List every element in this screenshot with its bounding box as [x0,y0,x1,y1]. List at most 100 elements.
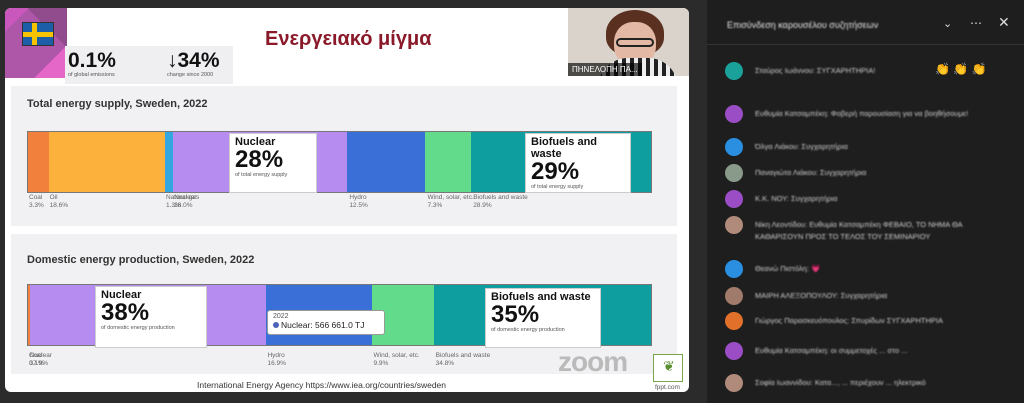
callout-subtitle: of total energy supply [531,184,584,190]
clapping-hands-icon: 👏 👏 👏 [935,62,987,76]
segment-label: Wind, solar, etc. 9.9% [374,352,420,368]
slide-title: Ενεργειακό μίγμα [265,28,432,50]
avatar [725,164,743,182]
segment-percent: 16.9% [267,360,286,367]
chat-message-text: Κ.Κ. ΝΟΥ: Συγχαρητήρια [755,194,838,203]
segment-label: Biofuels and waste 28.9% [473,194,528,210]
segment-name: Biofuels and waste [473,194,528,201]
avatar [725,138,743,156]
chart-tooltip: 2022 Nuclear: 566 661.0 TJ [267,310,385,335]
segment-label: Oil 18.6% [50,194,68,210]
avatar [725,190,743,208]
segment-name: Nuclear [29,352,53,359]
glasses-icon [616,38,654,47]
segment-percent: 3.3% [29,202,44,209]
segment-label: Nuclear 28.0% [174,194,196,210]
segment-label: Hydro 12.5% [349,194,367,210]
callout-nuclear: Nuclear 38% of domestic energy productio… [95,286,207,348]
bar-segment-coal[interactable] [28,132,49,192]
segment-label: Wind, solar, etc. 7.3% [428,194,474,210]
callout-subtitle: of domestic energy production [101,325,175,331]
bar-segment-wind-solar-etc[interactable] [425,132,471,192]
chart-panel-total-supply: Total energy supply, Sweden, 2022 Coal 3.… [11,86,677,226]
segment-percent: 28.0% [174,202,193,209]
chat-panel: Επισύνδεση καρουσέλου συζητήσεων ⌄ ⋯ ✕ Σ… [707,0,1024,403]
segment-name: Biofuels and waste [435,352,491,359]
callout-nuclear: Nuclear 28% of total energy supply [229,133,317,193]
segment-label: Biofuels and waste 34.8% [436,352,491,368]
stat-caption: of global emissions [68,72,115,78]
segment-name: Hydro [349,194,367,201]
stat-caption: change since 2000 [167,72,214,78]
stat-value: ↓34% [167,49,220,72]
chat-message-text: Παναγιώτα Λιάκου: Συγχαρητήρια [755,168,867,177]
stat-emissions: 0.1% of global emissions [68,49,116,79]
more-options-icon[interactable]: ⋯ [970,16,982,30]
segment-name: Oil [49,194,58,201]
series-dot-icon [273,322,279,328]
segment-name: Hydro [267,352,285,359]
close-icon[interactable]: ✕ [998,14,1010,31]
fppt-url: fppt.com [655,384,680,391]
segment-label: Coal 3.3% [29,194,44,210]
segment-name: Nuclear [174,194,197,201]
chat-message-text: Ευθυμία Κατσαμπέκη: Φοβερή παρουσίαση γι… [755,109,969,118]
segment-percent: 7.3% [427,202,443,209]
segment-label: Hydro 16.9% [267,352,285,368]
stat-value: 0.1% [68,49,116,72]
callout-biofuels: Biofuels and waste 35% of domestic energ… [485,288,601,348]
callout-value: 35% [491,301,540,328]
source-citation: International Energy Agency https://www.… [197,380,447,390]
chat-title: Επισύνδεση καρουσέλου συζητήσεων [727,20,879,30]
chat-message-text: Θεανώ Πιστόλη: 💗 [755,264,821,273]
sweden-flag-icon [22,22,54,46]
avatar [725,287,743,305]
callout-subtitle: of domestic energy production [491,327,565,333]
tooltip-value: Nuclear: 566 661.0 TJ [281,320,365,330]
segment-name: Wind, solar, etc. [373,352,420,359]
participant-video[interactable]: ΠΗΝΕΛΟΠΗ ΠΑ... [568,8,689,76]
callout-title: Biofuels and waste [531,136,598,160]
tooltip-value-row: Nuclear: 566 661.0 TJ [273,320,379,330]
segment-percent: 18.6% [49,202,69,209]
participant-name: ΠΗΝΕΛΟΠΗ ΠΑ... [568,63,642,76]
avatar [725,374,743,392]
stat-change: ↓34% change since 2000 [167,49,220,79]
avatar [725,62,743,80]
avatar [725,216,743,234]
segment-percent: 9.9% [373,360,389,367]
chat-header: Επισύνδεση καρουσέλου συζητήσεων ⌄ ⋯ ✕ [707,0,1024,45]
chat-message-text: Όλγα Λιάκου: Συγχαρητήρια [755,142,848,151]
tooltip-year: 2022 [273,313,289,320]
avatar [725,342,743,360]
callout-value: 28% [235,146,284,173]
callout-value: 38% [101,299,150,326]
chart-title: Domestic energy production, Sweden, 2022 [27,254,255,266]
chat-message-text: Γιώργος Παρασκευόπουλος: Σπυρίδων ΣΥΓΧΑΡ… [755,316,944,325]
callout-subtitle: of total energy supply [235,172,288,178]
chevron-down-icon[interactable]: ⌄ [943,17,952,30]
callout-value: 29% [531,158,580,185]
segment-percent: 37.9% [29,360,49,367]
bar-segment-natural-gas[interactable] [164,132,173,192]
segment-percent: 34.8% [435,360,455,367]
chart-title: Total energy supply, Sweden, 2022 [27,98,208,110]
segment-name: Wind, solar, etc. [427,194,474,201]
segment-name: Coal [29,194,43,201]
chat-message-text: Ευθυμία Κατσαμπέκη: οι συμμετοχές ... στ… [755,346,908,355]
chat-message-text: ΜΑΙΡΗ ΑΛΕΞΟΠΟΥΛΟΥ: Συγχαρητήρια [755,291,888,300]
bar-segment-oil[interactable] [48,132,165,192]
bar-segment-hydro[interactable] [347,132,426,192]
segment-percent: 28.9% [473,202,492,209]
zoom-watermark: zoom [558,346,628,377]
avatar [725,105,743,123]
avatar [725,260,743,278]
segment-label: Nuclear 37.9% [30,352,52,368]
callout-biofuels: Biofuels and waste 29% of total energy s… [525,133,631,193]
fppt-leaf-icon: ❦ [653,354,683,382]
shared-slide: 0.1% of global emissions ↓34% change sin… [5,8,689,392]
avatar [725,312,743,330]
segment-percent: 12.5% [349,202,368,209]
chat-message-text: Σοφία Ιωαννίδου: Κατα..., ... περιέχουν … [755,378,926,387]
chat-message-text: Νίκη Λεοντίδου: Ευθυμία Κατσαμπέκη ΦΕΒΑΙ… [755,220,963,241]
